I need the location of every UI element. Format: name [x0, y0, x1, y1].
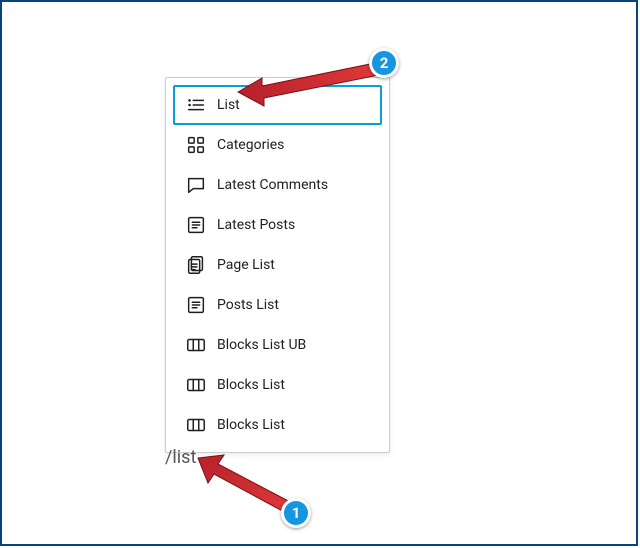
- app-frame: List Categories Latest Comments Latest Post…: [0, 0, 638, 546]
- block-suggestion-label: Page List: [217, 257, 370, 273]
- block-suggestion-label: Categories: [217, 137, 370, 153]
- lines-box-icon: [185, 294, 207, 316]
- columns-icon: [185, 414, 207, 436]
- block-suggestion-item[interactable]: Blocks List: [173, 405, 382, 445]
- pages-icon: [185, 254, 207, 276]
- block-suggestion-item[interactable]: Blocks List: [173, 365, 382, 405]
- block-suggestion-item[interactable]: List: [173, 85, 382, 125]
- block-suggestions-popover: List Categories Latest Comments Latest Post…: [165, 77, 390, 453]
- block-suggestion-item[interactable]: Blocks List UB: [173, 325, 382, 365]
- slash-command-text[interactable]: /list: [165, 447, 196, 468]
- block-suggestion-label: Blocks List: [217, 417, 370, 433]
- annotation-arrow-1: [194, 450, 314, 520]
- block-suggestion-label: Latest Comments: [217, 177, 370, 193]
- block-suggestion-label: Latest Posts: [217, 217, 370, 233]
- block-suggestion-item[interactable]: Categories: [173, 125, 382, 165]
- columns-icon: [185, 374, 207, 396]
- block-suggestion-label: Blocks List UB: [217, 337, 370, 353]
- block-suggestion-item[interactable]: Posts List: [173, 285, 382, 325]
- block-suggestion-label: List: [217, 97, 370, 113]
- annotation-badge-2: 2: [369, 48, 399, 78]
- grid-icon: [185, 134, 207, 156]
- list-icon: [185, 94, 207, 116]
- block-suggestion-item[interactable]: Latest Comments: [173, 165, 382, 205]
- block-suggestion-item[interactable]: Page List: [173, 245, 382, 285]
- lines-box-icon: [185, 214, 207, 236]
- columns-icon: [185, 334, 207, 356]
- block-suggestion-item[interactable]: Latest Posts: [173, 205, 382, 245]
- block-suggestion-label: Blocks List: [217, 377, 370, 393]
- comment-icon: [185, 174, 207, 196]
- block-suggestion-label: Posts List: [217, 297, 370, 313]
- annotation-badge-1: 1: [281, 498, 311, 528]
